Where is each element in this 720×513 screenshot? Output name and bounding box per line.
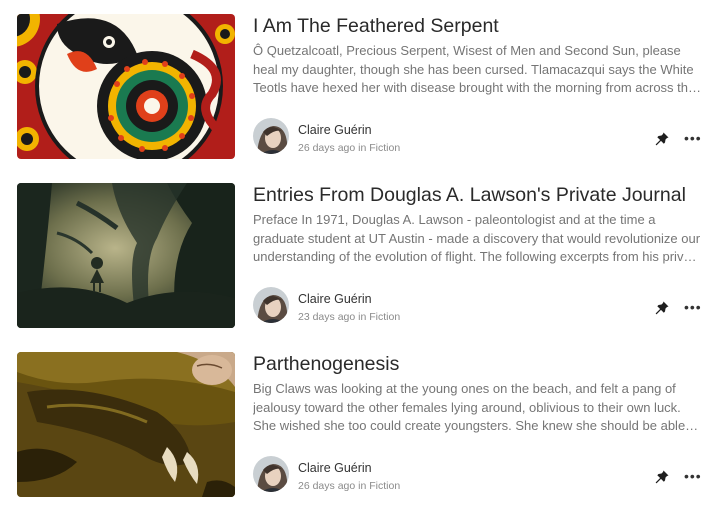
more-options-icon[interactable]: ••• <box>684 300 702 316</box>
avatar-image <box>253 456 289 492</box>
post-category[interactable]: Fiction <box>369 311 400 323</box>
post-title[interactable]: Entries From Douglas A. Lawson's Private… <box>253 183 686 207</box>
post-meta: 26 days ago in Fiction <box>298 480 400 492</box>
forest-girl-image <box>17 183 235 328</box>
author-name[interactable]: Claire Guérin <box>298 123 372 137</box>
reptile-claw-image <box>17 352 235 497</box>
post-card: I Am The Feathered Serpent Ô Quetzalcoat… <box>0 14 720 174</box>
feathered-serpent-image <box>17 14 235 159</box>
pushpin-icon[interactable] <box>654 131 670 147</box>
more-options-icon[interactable]: ••• <box>684 469 702 485</box>
post-in: in <box>358 311 367 323</box>
post-category[interactable]: Fiction <box>369 142 400 154</box>
more-options-icon[interactable]: ••• <box>684 131 702 147</box>
post-excerpt: Preface In 1971, Douglas A. Lawson - pal… <box>253 212 702 264</box>
post-time: 23 days ago <box>298 311 356 323</box>
post-title[interactable]: I Am The Feathered Serpent <box>253 14 499 38</box>
post-in: in <box>358 480 367 492</box>
author-name[interactable]: Claire Guérin <box>298 292 372 306</box>
post-thumbnail[interactable] <box>17 183 235 328</box>
avatar-image <box>253 287 289 323</box>
pushpin-icon[interactable] <box>654 469 670 485</box>
post-card: Entries From Douglas A. Lawson's Private… <box>0 183 720 343</box>
post-category[interactable]: Fiction <box>369 480 400 492</box>
post-thumbnail[interactable] <box>17 14 235 159</box>
author-avatar[interactable] <box>253 456 289 492</box>
post-meta: 23 days ago in Fiction <box>298 311 400 323</box>
post-time: 26 days ago <box>298 480 356 492</box>
post-excerpt: Ô Quetzalcoatl, Precious Serpent, Wisest… <box>253 43 696 95</box>
pushpin-icon[interactable] <box>654 300 670 316</box>
post-in: in <box>358 142 367 154</box>
post-time: 26 days ago <box>298 142 356 154</box>
post-title[interactable]: Parthenogenesis <box>253 352 399 376</box>
post-meta: 26 days ago in Fiction <box>298 142 400 154</box>
post-excerpt: Big Claws was looking at the young ones … <box>253 381 686 433</box>
post-thumbnail[interactable] <box>17 352 235 497</box>
author-name[interactable]: Claire Guérin <box>298 461 372 475</box>
author-avatar[interactable] <box>253 118 289 154</box>
post-card: Parthenogenesis Big Claws was looking at… <box>0 352 720 512</box>
author-avatar[interactable] <box>253 287 289 323</box>
avatar-image <box>253 118 289 154</box>
